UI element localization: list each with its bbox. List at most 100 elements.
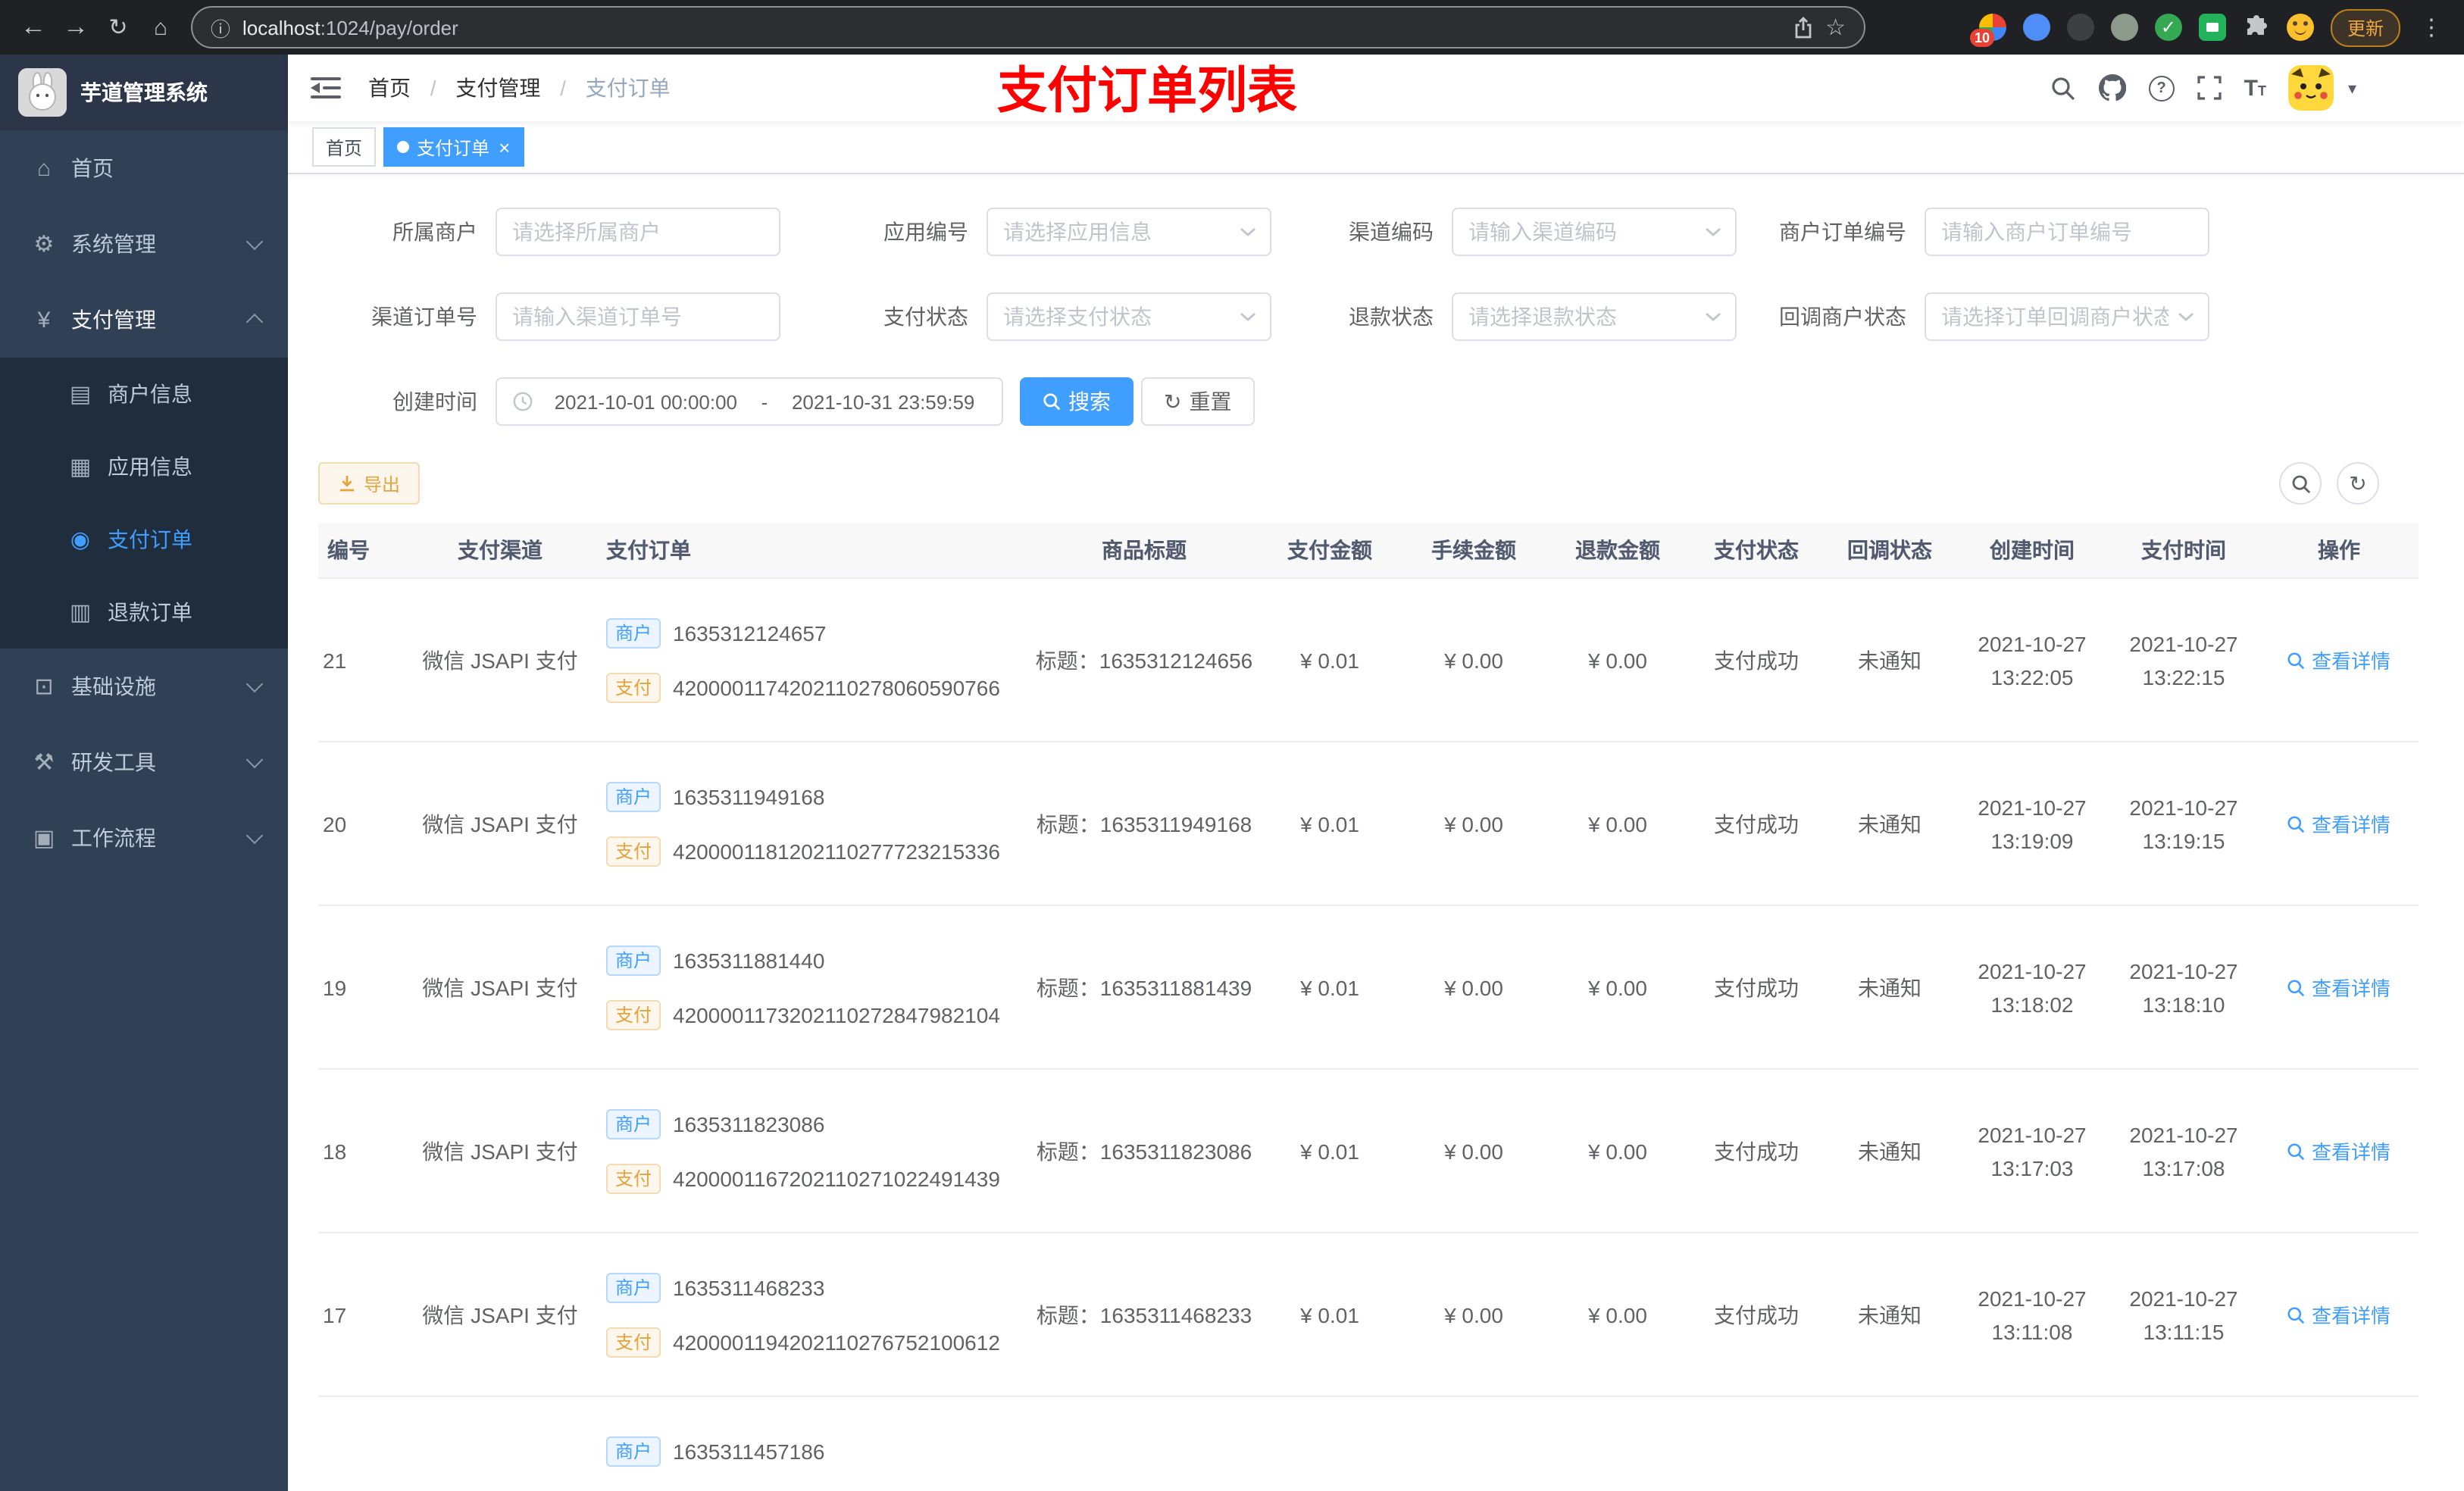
github-icon[interactable]	[2098, 74, 2126, 102]
notify-status: 未通知	[1858, 811, 1921, 836]
merchant-order-no: 1635311949168	[673, 784, 825, 808]
tag-close-icon[interactable]: ×	[499, 137, 510, 157]
sidebar-item-home[interactable]: ⌂ 首页	[0, 130, 288, 206]
refresh-button[interactable]: ↻	[2337, 462, 2379, 505]
pay-status-select[interactable]	[987, 292, 1271, 341]
reset-button[interactable]: ↻ 重置	[1141, 377, 1255, 426]
sidebar-item-infra[interactable]: ⊡ 基础设施	[0, 649, 288, 724]
channel-order-no: 4200001173202110272847982104	[673, 1002, 1000, 1027]
home-icon: ⌂	[36, 155, 52, 181]
magnifier-icon	[2288, 1142, 2306, 1160]
bookmark-star-icon[interactable]: ☆	[1825, 14, 1846, 41]
avatar[interactable]	[2288, 65, 2334, 111]
channel-order-no-input[interactable]	[512, 305, 764, 329]
merchant-order-no: 1635311881440	[673, 948, 825, 972]
merchant-order-no: 1635311823086	[673, 1111, 825, 1136]
notify-status: 未通知	[1858, 1302, 1921, 1327]
breadcrumb: 首页 / 支付管理 / 支付订单	[368, 76, 671, 100]
annotation-title: 支付订单列表	[997, 62, 1297, 118]
sidebar-item-refund-order[interactable]: ▥ 退款订单	[0, 576, 288, 649]
tag-pay-order[interactable]: 支付订单 ×	[383, 127, 524, 167]
date-start: 2021-10-01 00:00:00	[554, 390, 738, 413]
pay-badge: 支付	[606, 1163, 661, 1193]
ext-blue-icon[interactable]	[2022, 14, 2050, 41]
view-detail-link[interactable]: 查看详情	[2287, 1300, 2391, 1329]
pay-channel: 微信 JSAPI 支付	[422, 975, 578, 999]
refund-amount: ¥ 0.00	[1588, 1139, 1647, 1163]
ext-colorful-icon[interactable]: 10	[1969, 14, 2006, 47]
logo-image	[18, 68, 67, 117]
view-detail-link[interactable]: 查看详情	[2287, 1136, 2391, 1165]
magnifier-icon	[2288, 1306, 2306, 1324]
ext-green-square-icon[interactable]	[2198, 14, 2226, 41]
tags-bar: 首页 支付订单 ×	[288, 121, 2464, 174]
merchant-input[interactable]	[512, 220, 764, 244]
extensions-area: 10 ✓ 更新 ⋮	[1969, 8, 2452, 47]
view-detail-link[interactable]: 查看详情	[2287, 973, 2391, 1002]
sidebar-item-app-info[interactable]: ▦ 应用信息	[0, 430, 288, 503]
pay-submenu: ▤ 商户信息 ▦ 应用信息 ◉ 支付订单 ▥ 退款订单	[0, 358, 288, 649]
browser-home-icon[interactable]: ⌂	[139, 6, 182, 48]
table-row: 商户1635311457186 支付	[318, 1397, 2419, 1491]
address-bar[interactable]: ⓘ localhost:1024/pay/order ☆	[191, 6, 1865, 48]
search-icon[interactable]	[2050, 75, 2076, 101]
search-button[interactable]: 搜索	[1020, 377, 1134, 426]
browser-menu-icon[interactable]: ⋮	[2417, 14, 2446, 41]
notify-status: 未通知	[1858, 975, 1921, 999]
browser-back-icon[interactable]: ←	[12, 6, 55, 48]
ext-check-icon[interactable]: ✓	[2154, 14, 2182, 41]
product-title: 标题：1635312124656	[1035, 648, 1253, 672]
toggle-search-button[interactable]	[2279, 462, 2322, 505]
sidebar-item-merchant-info[interactable]: ▤ 商户信息	[0, 358, 288, 430]
sidebar-item-system[interactable]: ⚙ 系统管理	[0, 206, 288, 282]
site-info-icon[interactable]: ⓘ	[211, 13, 230, 42]
app-logo[interactable]: 芋道管理系统	[0, 55, 288, 130]
view-detail-link[interactable]: 查看详情	[2287, 645, 2391, 674]
order-id: 17	[323, 1302, 347, 1327]
magnifier-icon	[2288, 652, 2306, 669]
avatar-caret-icon[interactable]: ▾	[2348, 78, 2356, 98]
breadcrumb-home[interactable]: 首页	[368, 76, 411, 100]
sidebar-item-dev-tools[interactable]: ⚒ 研发工具	[0, 724, 288, 800]
merchant-order-no-input[interactable]	[1941, 220, 2193, 244]
sidebar-item-workflow[interactable]: ▣ 工作流程	[0, 800, 288, 876]
browser-update-button[interactable]: 更新	[2330, 8, 2400, 46]
extensions-puzzle-icon[interactable]	[2243, 14, 2270, 41]
font-size-icon[interactable]: TT	[2244, 75, 2266, 101]
export-button[interactable]: 导出	[318, 462, 421, 505]
chevron-down-icon	[1705, 227, 1721, 236]
table-header-row: 编号 支付渠道 支付订单 商品标题 支付金额 手续金额 退款金额 支付状态 回调…	[318, 523, 2419, 579]
app-no-select[interactable]	[987, 208, 1271, 256]
pay-order-cell: 商户 1635312124657 支付 4200001174202110278060…	[591, 617, 1030, 702]
product-title: 标题：1635311823086	[1036, 1139, 1252, 1163]
merchant-badge: 商户	[606, 945, 661, 975]
notify-status-select[interactable]	[1925, 292, 2209, 341]
create-time: 2021-10-27 13:19:09	[1978, 795, 2087, 852]
ext-smiley-icon[interactable]	[2286, 14, 2314, 41]
order-id: 20	[323, 811, 347, 836]
pay-order-cell: 商户 1635311823086 支付 4200001167202110271022…	[591, 1108, 1030, 1193]
fullscreen-icon[interactable]	[2197, 76, 2222, 100]
merchant-label: 所属商户	[392, 220, 477, 244]
sidebar-item-pay[interactable]: ¥ 支付管理	[0, 282, 288, 358]
sidebar-item-pay-order[interactable]: ◉ 支付订单	[0, 503, 288, 576]
date-range-picker[interactable]: 2021-10-01 00:00:00 - 2021-10-31 23:59:5…	[496, 377, 1003, 426]
refund-status-label: 退款状态	[1349, 305, 1434, 329]
browser-chrome: ← → ↻ ⌂ ⓘ localhost:1024/pay/order ☆ 10 …	[0, 0, 2464, 55]
share-icon[interactable]	[1792, 16, 1813, 39]
channel-code-select[interactable]	[1452, 208, 1737, 256]
hamburger-icon[interactable]	[311, 76, 341, 100]
merchant-badge: 商户	[606, 1272, 661, 1302]
help-icon[interactable]: ?	[2148, 75, 2175, 101]
tag-home[interactable]: 首页	[312, 127, 377, 167]
breadcrumb-pay[interactable]: 支付管理	[455, 76, 540, 100]
browser-reload-icon[interactable]: ↻	[97, 6, 139, 48]
refund-status-select[interactable]	[1452, 292, 1737, 341]
product-title: 标题：1635311881439	[1036, 975, 1252, 999]
ext-dark-icon[interactable]	[2066, 14, 2094, 41]
browser-forward-icon[interactable]: →	[55, 6, 97, 48]
target-icon: ◉	[70, 527, 91, 553]
create-time: 2021-10-27 13:22:05	[1978, 631, 2087, 689]
ext-sage-icon[interactable]	[2110, 14, 2138, 41]
view-detail-link[interactable]: 查看详情	[2287, 809, 2391, 838]
